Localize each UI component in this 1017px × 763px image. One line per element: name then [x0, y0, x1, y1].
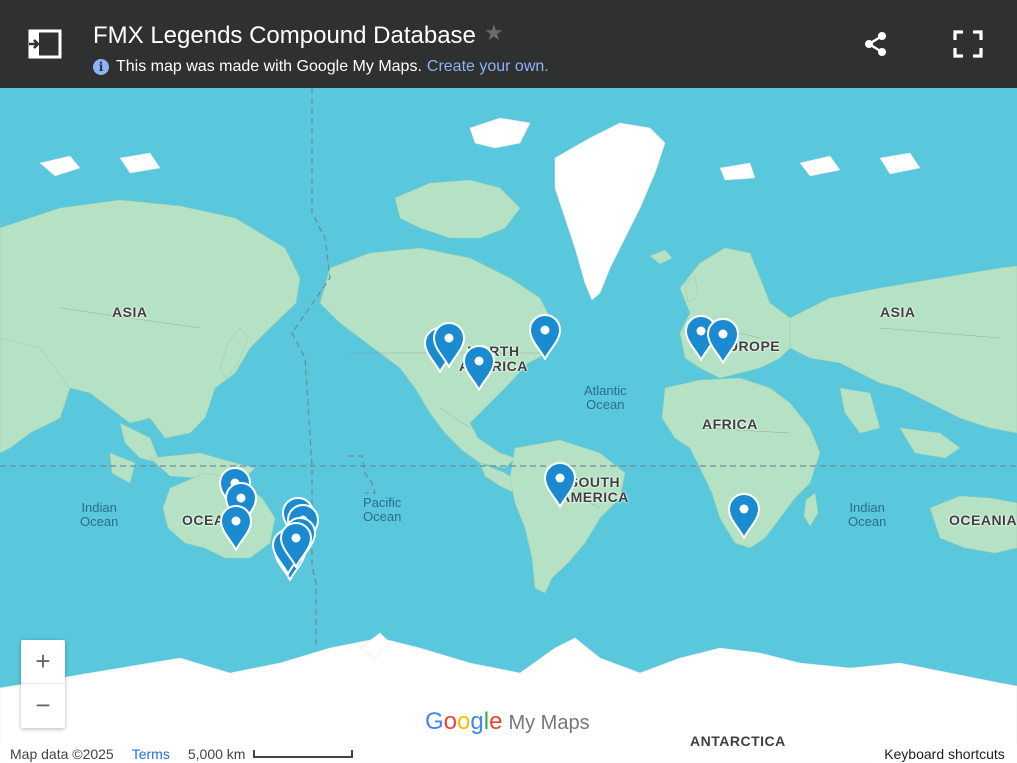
map-pin-icon[interactable]	[462, 345, 496, 393]
open-sidebar-icon[interactable]	[26, 27, 64, 61]
map-pin-icon[interactable]	[727, 493, 761, 541]
zoom-in-button[interactable]: +	[21, 640, 65, 684]
label-asia-right: ASIA	[880, 304, 916, 320]
keyboard-shortcuts-button[interactable]: Keyboard shortcuts	[872, 744, 1017, 763]
made-with-notice: i This map was made with Google My Maps.…	[93, 58, 549, 76]
label-oceania-right: OCEANIA	[949, 512, 1017, 528]
map-pin-icon[interactable]	[543, 462, 577, 510]
label-africa: AFRICA	[702, 416, 758, 432]
label-atlantic-ocean: Atlantic Ocean	[584, 383, 627, 412]
create-your-own-link[interactable]: Create your own.	[427, 58, 549, 76]
fullscreen-icon[interactable]	[953, 30, 983, 58]
google-my-maps-logo: Google My Maps	[425, 708, 590, 735]
map-pin-icon[interactable]	[279, 522, 313, 570]
map-data-attribution: Map data ©2025	[10, 745, 114, 762]
share-icon[interactable]	[862, 30, 890, 58]
scale-label[interactable]: 5,000 km	[188, 746, 246, 762]
map-title: FMX Legends Compound Database	[93, 22, 476, 49]
map-pin-icon[interactable]	[432, 322, 466, 370]
label-asia-left: ASIA	[112, 304, 148, 320]
map-header: FMX Legends Compound Database ★ i This m…	[0, 0, 1017, 88]
label-indian-ocean-right: Indian Ocean	[848, 500, 887, 529]
map-pin-icon[interactable]	[706, 318, 740, 366]
label-indian-ocean-left: Indian Ocean	[80, 500, 119, 529]
scale-bar[interactable]	[253, 749, 354, 758]
label-pacific-ocean: Pacific Ocean	[363, 495, 402, 524]
terms-link[interactable]: Terms	[132, 746, 170, 762]
info-icon: i	[93, 59, 109, 75]
label-antarctica: ANTARCTICA	[690, 733, 786, 749]
zoom-controls: + −	[21, 640, 65, 728]
world-basemap	[0, 88, 1017, 763]
made-with-text: This map was made with Google My Maps.	[116, 58, 422, 75]
map-footer: Map data ©2025 Terms 5,000 km	[0, 744, 364, 763]
map-canvas[interactable]: ASIA ASIA NORTH AMERICA EUROPE AFRICA SO…	[0, 88, 1017, 763]
zoom-out-button[interactable]: −	[21, 684, 65, 727]
map-pin-icon[interactable]	[219, 505, 253, 553]
star-icon[interactable]: ★	[484, 20, 504, 46]
map-pin-icon[interactable]	[528, 314, 562, 362]
